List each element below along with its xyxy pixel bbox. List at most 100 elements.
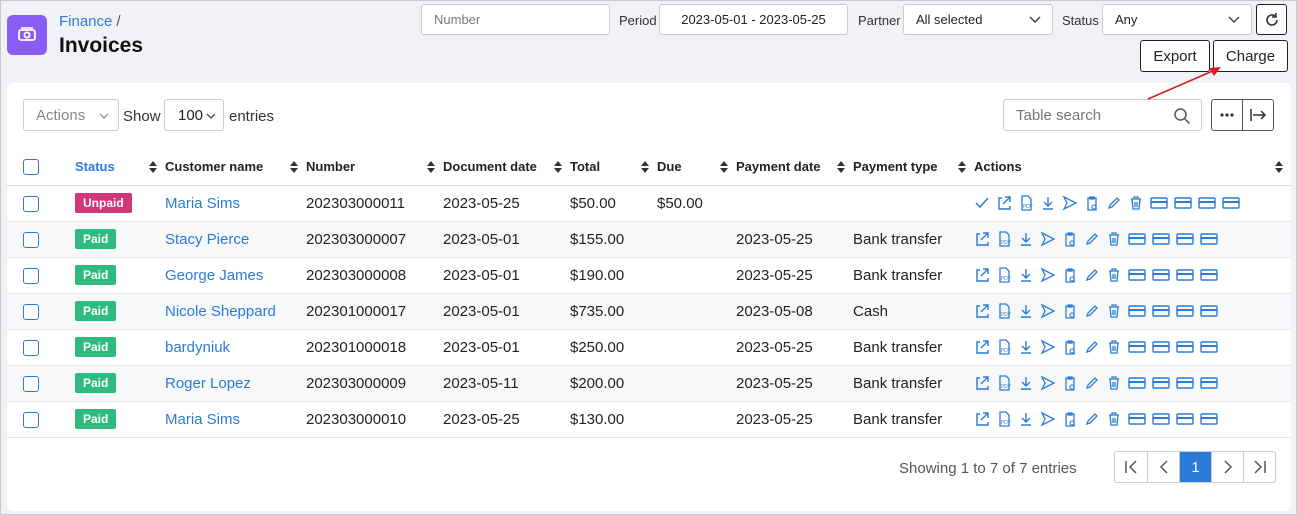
column-header-due[interactable]: Due — [657, 149, 736, 186]
send-icon[interactable] — [1040, 411, 1056, 427]
breadcrumb-finance-link[interactable]: Finance — [59, 13, 112, 30]
pdf-icon[interactable]: PDF — [996, 303, 1012, 319]
check-icon[interactable] — [974, 195, 990, 211]
table-search-input[interactable]: Table search — [1003, 99, 1202, 131]
row-checkbox[interactable] — [23, 339, 39, 356]
column-header-actions[interactable]: Actions — [974, 149, 1291, 186]
edit-icon[interactable] — [1084, 375, 1100, 391]
trash-icon[interactable] — [1106, 339, 1122, 355]
credit-card-icon[interactable] — [1128, 303, 1146, 319]
edit-icon[interactable] — [1084, 303, 1100, 319]
clipboard-icon[interactable] — [1062, 411, 1078, 427]
clipboard-icon[interactable] — [1062, 267, 1078, 283]
column-header-customer-name[interactable]: Customer name — [165, 149, 306, 186]
credit-card-icon[interactable] — [1200, 231, 1218, 247]
customer-link[interactable]: bardyniuk — [165, 339, 230, 356]
customer-link[interactable]: Maria Sims — [165, 411, 240, 428]
external-link-icon[interactable] — [974, 231, 990, 247]
credit-card-icon[interactable] — [1152, 267, 1170, 283]
credit-card-icon[interactable] — [1176, 303, 1194, 319]
trash-icon[interactable] — [1128, 195, 1144, 211]
number-filter-input[interactable]: Number — [421, 4, 610, 35]
edit-icon[interactable] — [1084, 231, 1100, 247]
trash-icon[interactable] — [1106, 411, 1122, 427]
credit-card-icon[interactable] — [1152, 231, 1170, 247]
external-link-icon[interactable] — [974, 375, 990, 391]
status-select[interactable]: Any — [1102, 4, 1252, 35]
credit-card-icon[interactable] — [1128, 411, 1146, 427]
credit-card-icon[interactable] — [1128, 375, 1146, 391]
external-link-icon[interactable] — [974, 267, 990, 283]
pdf-icon[interactable]: PDF — [996, 411, 1012, 427]
pdf-icon[interactable]: PDF — [996, 231, 1012, 247]
credit-card-icon[interactable] — [1200, 303, 1218, 319]
column-header-payment-type[interactable]: Payment type — [853, 149, 974, 186]
period-date-range-input[interactable]: 2023-05-01 - 2023-05-25 — [659, 4, 848, 35]
first-page-button[interactable] — [1115, 452, 1147, 482]
credit-card-icon[interactable] — [1222, 195, 1240, 211]
credit-card-icon[interactable] — [1128, 267, 1146, 283]
download-icon[interactable] — [1040, 195, 1056, 211]
column-header-total[interactable]: Total — [570, 149, 657, 186]
more-options-button[interactable] — [1212, 100, 1242, 130]
page-button-1[interactable]: 1 — [1179, 452, 1211, 482]
column-header-status[interactable]: Status — [75, 149, 165, 186]
download-icon[interactable] — [1018, 411, 1034, 427]
credit-card-icon[interactable] — [1176, 231, 1194, 247]
send-icon[interactable] — [1040, 267, 1056, 283]
send-icon[interactable] — [1040, 339, 1056, 355]
download-icon[interactable] — [1018, 375, 1034, 391]
external-link-icon[interactable] — [974, 303, 990, 319]
external-link-icon[interactable] — [974, 339, 990, 355]
expand-panel-button[interactable] — [1242, 100, 1273, 130]
clipboard-icon[interactable] — [1084, 195, 1100, 211]
clipboard-icon[interactable] — [1062, 303, 1078, 319]
clipboard-icon[interactable] — [1062, 231, 1078, 247]
credit-card-icon[interactable] — [1128, 231, 1146, 247]
edit-icon[interactable] — [1106, 195, 1122, 211]
send-icon[interactable] — [1040, 375, 1056, 391]
download-icon[interactable] — [1018, 267, 1034, 283]
credit-card-icon[interactable] — [1200, 411, 1218, 427]
customer-link[interactable]: Stacy Pierce — [165, 231, 249, 248]
clipboard-icon[interactable] — [1062, 375, 1078, 391]
bulk-actions-select[interactable]: Actions — [23, 99, 119, 131]
send-icon[interactable] — [1040, 231, 1056, 247]
download-icon[interactable] — [1018, 303, 1034, 319]
row-checkbox[interactable] — [23, 231, 39, 248]
credit-card-icon[interactable] — [1200, 375, 1218, 391]
edit-icon[interactable] — [1084, 411, 1100, 427]
credit-card-icon[interactable] — [1176, 339, 1194, 355]
edit-icon[interactable] — [1084, 339, 1100, 355]
credit-card-icon[interactable] — [1152, 339, 1170, 355]
trash-icon[interactable] — [1106, 231, 1122, 247]
credit-card-icon[interactable] — [1152, 375, 1170, 391]
external-link-icon[interactable] — [996, 195, 1012, 211]
partner-select[interactable]: All selected — [903, 4, 1053, 35]
trash-icon[interactable] — [1106, 303, 1122, 319]
column-header-number[interactable]: Number — [306, 149, 443, 186]
customer-link[interactable]: George James — [165, 267, 263, 284]
row-checkbox[interactable] — [23, 375, 39, 392]
previous-page-button[interactable] — [1147, 452, 1179, 482]
credit-card-icon[interactable] — [1200, 339, 1218, 355]
credit-card-icon[interactable] — [1128, 339, 1146, 355]
last-page-button[interactable] — [1243, 452, 1275, 482]
send-icon[interactable] — [1062, 195, 1078, 211]
pdf-icon[interactable]: PDF — [996, 375, 1012, 391]
select-all-checkbox[interactable] — [23, 159, 39, 176]
page-length-select[interactable]: 100 — [164, 99, 224, 131]
external-link-icon[interactable] — [974, 411, 990, 427]
send-icon[interactable] — [1040, 303, 1056, 319]
clipboard-icon[interactable] — [1062, 339, 1078, 355]
credit-card-icon[interactable] — [1198, 195, 1216, 211]
pdf-icon[interactable]: PDF — [996, 339, 1012, 355]
credit-card-icon[interactable] — [1176, 375, 1194, 391]
row-checkbox[interactable] — [23, 267, 39, 284]
refresh-button[interactable] — [1256, 4, 1287, 35]
row-checkbox[interactable] — [23, 411, 39, 428]
customer-link[interactable]: Maria Sims — [165, 195, 240, 212]
credit-card-icon[interactable] — [1150, 195, 1168, 211]
customer-link[interactable]: Nicole Sheppard — [165, 303, 276, 320]
pdf-icon[interactable]: PDF — [996, 267, 1012, 283]
